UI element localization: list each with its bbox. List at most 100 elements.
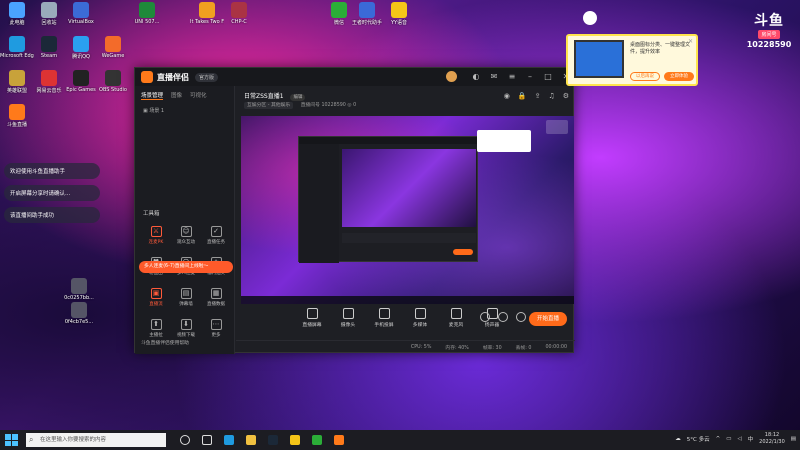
edge-icon[interactable]: [224, 435, 234, 445]
try-now-button[interactable]: 立即体验: [664, 72, 694, 81]
help-link[interactable]: 斗鱼直播伴侣使用帮助: [141, 339, 189, 346]
scene-item[interactable]: ▣ 场景 1: [135, 105, 234, 116]
mascot-icon[interactable]: [583, 11, 597, 25]
category-chip[interactable]: 互娱分区 - 其他娱乐: [244, 102, 294, 109]
desktop-icon[interactable]: 斗鱼直播: [0, 102, 34, 136]
desktop-icon[interactable]: VirtualBox: [64, 0, 98, 34]
tool-item[interactable]: ▤ 弹幕墙: [171, 288, 201, 307]
network-icon[interactable]: ▭: [726, 436, 731, 442]
desktop-icon[interactable]: 腾讯QQ: [64, 34, 98, 68]
yy-icon[interactable]: [290, 435, 300, 445]
room-tag: 房间号: [758, 30, 780, 39]
desktop-icon[interactable]: WeGame: [96, 34, 130, 68]
phone-cast-button[interactable]: 手机投屏: [372, 308, 396, 328]
share-icon[interactable]: ⇪: [535, 92, 541, 100]
tool-item[interactable]: ✓ 直播任务: [201, 226, 231, 245]
message-icon[interactable]: ✉: [489, 72, 499, 82]
yy-icon: [391, 2, 407, 18]
notification-pill[interactable]: 开启屏幕分享时请确认...: [4, 185, 100, 201]
douyu-icon: [9, 104, 25, 120]
later-button[interactable]: 以后再说: [630, 72, 660, 81]
settings-icon[interactable]: ⚙: [563, 92, 569, 100]
weather[interactable]: 5°C 多云: [687, 435, 710, 443]
this-pc-icon: [9, 2, 25, 18]
desktop-file[interactable]: 0f4cb7e5...: [62, 300, 96, 334]
tool-item[interactable]: ⬇ 视频下载: [171, 319, 201, 338]
desktop-icon[interactable]: 网易云音乐: [32, 68, 66, 102]
bell-icon[interactable]: ♫: [548, 92, 554, 100]
avatar[interactable]: [446, 71, 457, 82]
desktop-icon[interactable]: 王者时代助手: [350, 0, 384, 34]
tool-item[interactable]: ⚔ 连麦PK: [141, 226, 171, 245]
menu-icon[interactable]: ≡: [507, 72, 517, 82]
task-icon: ✓: [210, 226, 222, 237]
start-live-button[interactable]: 开始直播: [529, 312, 567, 326]
title-bar[interactable]: 直播伴侣 官方版 ◐ ✉ ≡ – □ ✕: [135, 68, 575, 86]
camera-button[interactable]: 摄像头: [336, 308, 360, 328]
phone-icon: [378, 308, 390, 319]
screen-capture-button[interactable]: 直播屏幕: [300, 308, 324, 328]
version-badge[interactable]: 官方版: [195, 72, 219, 82]
notification-pill[interactable]: 该直播间助手成功: [4, 207, 100, 223]
room-title: 日常ZSS直播1: [244, 93, 284, 100]
clock[interactable]: 18:12 2022/1/30: [759, 432, 785, 446]
skin-icon[interactable]: ◐: [471, 72, 481, 82]
desktop-icon[interactable]: Epic Games: [64, 68, 98, 102]
cortana-icon[interactable]: [180, 435, 190, 445]
douyu-icon[interactable]: [334, 435, 344, 445]
lock-icon[interactable]: 🔒: [518, 92, 527, 100]
content-toolbar: ◉ 🔒 ⇪ ♫ ⚙: [504, 92, 569, 100]
desktop-icon[interactable]: It Takes Two F...: [190, 0, 224, 34]
desktop-icon[interactable]: 回收站: [32, 0, 66, 34]
scene-label: 场景 1: [149, 108, 165, 114]
tool-item[interactable]: ⬆ 主播拉: [141, 319, 171, 338]
record-toggle-icon[interactable]: [480, 312, 490, 322]
tab-scenes[interactable]: 场景管理: [141, 91, 164, 100]
tool-item[interactable]: ▣ 直播流: [141, 288, 171, 307]
desktop-icon[interactable]: YY语音: [382, 0, 416, 34]
desktop-icon[interactable]: 英雄联盟: [0, 68, 34, 102]
desktop-icon[interactable]: OBS Studio: [96, 68, 130, 102]
microphone-button[interactable]: 麦克风: [444, 308, 468, 328]
tool-item[interactable]: ⋯ 更多: [201, 319, 231, 338]
tool-item[interactable]: ▦ 直播数据: [201, 288, 231, 307]
time: 18:12: [764, 432, 780, 438]
notification-pill[interactable]: 欢迎使用斗鱼直播助手: [4, 163, 100, 179]
explorer-icon[interactable]: [246, 435, 256, 445]
windows-start-icon[interactable]: [4, 433, 18, 447]
file-icon: [71, 302, 87, 318]
wechat-icon[interactable]: [312, 435, 322, 445]
sidebar-tabs: 场景管理 图像 可视化: [135, 86, 234, 105]
desktop-icon[interactable]: UNI 507...: [130, 0, 164, 34]
gear-icon[interactable]: [516, 312, 526, 322]
desktop-icon[interactable]: CHP-C: [222, 0, 256, 34]
record-icon[interactable]: ◉: [504, 92, 510, 100]
minimize-icon[interactable]: –: [525, 72, 535, 82]
notification-icon[interactable]: ▤: [791, 436, 796, 442]
taskbar: 在这里输入你要搜索的内容 ☁ 5°C 多云 ^ ▭ ◁ 中 18:12 2022…: [0, 430, 800, 450]
tool-item[interactable]: ☺ 观众互动: [171, 226, 201, 245]
desktop-icon[interactable]: Steam: [32, 34, 66, 68]
desktop-icon[interactable]: Microsoft Edge: [0, 34, 34, 68]
taskbar-search[interactable]: 在这里输入你要搜索的内容: [26, 433, 166, 447]
promo-toast: 桌面图标分类、一键整理文件，提升效率 以后再说 立即体验 ✕: [566, 34, 698, 86]
tray-arrow-icon[interactable]: ^: [716, 436, 721, 442]
maximize-icon[interactable]: □: [543, 72, 553, 82]
music-icon: [41, 70, 57, 86]
promo-tip[interactable]: 多人连麦(6-7)直播间上线啦～: [139, 261, 233, 273]
eye-icon[interactable]: [498, 312, 508, 322]
timer: 00:00:00: [545, 345, 567, 350]
edit-room-button[interactable]: 编辑: [290, 94, 306, 101]
steam-icon[interactable]: [268, 435, 278, 445]
stream-preview[interactable]: [241, 116, 574, 304]
wegame-icon: [105, 36, 121, 52]
app-title: 直播伴侣: [157, 72, 189, 82]
input-language[interactable]: 中: [748, 435, 754, 443]
tab-image[interactable]: 图像: [171, 91, 182, 100]
close-icon[interactable]: ✕: [688, 38, 693, 45]
media-button[interactable]: 多媒体: [408, 308, 432, 328]
tab-visual[interactable]: 可视化: [190, 91, 207, 100]
desktop-icon[interactable]: 此电脑: [0, 0, 34, 34]
task-view-icon[interactable]: [202, 435, 212, 445]
volume-icon[interactable]: ◁: [737, 436, 741, 442]
